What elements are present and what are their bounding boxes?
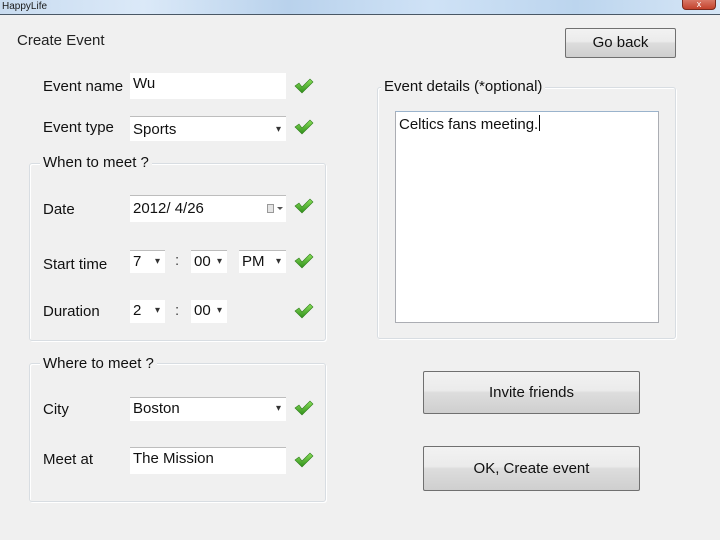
where-to-meet-group [29,363,326,502]
where-to-meet-title: Where to meet ? [40,355,157,372]
duration-hours-select[interactable]: 2 ▾ [130,300,165,323]
chevron-down-icon: ▾ [216,256,222,267]
start-minute-select[interactable]: 00 ▾ [191,250,227,273]
city-value: Boston [133,400,180,417]
event-type-value: Sports [133,121,177,138]
date-picker[interactable]: 2012/ 4/26 [130,195,286,222]
event-type-label: Event type [43,119,114,136]
invite-friends-button[interactable]: Invite friends [423,371,640,414]
chevron-down-icon: ▾ [154,305,160,316]
event-details-textarea[interactable]: Celtics fans meeting. [395,111,659,323]
start-minute-value: 00 [194,253,211,270]
meet-at-value: The Mission [133,450,214,467]
event-details-title: Event details (*optional) [381,78,546,95]
duration-minutes-value: 00 [194,302,211,319]
window-titlebar: HappyLife x [0,0,720,15]
chevron-down-icon: ▾ [275,124,281,135]
event-name-input[interactable]: Wu [130,73,286,99]
start-time-label: Start time [43,256,108,273]
calendar-icon[interactable] [267,204,283,214]
date-valid-check-icon [294,198,314,214]
chevron-down-icon: ▾ [216,305,222,316]
text-caret [539,115,541,131]
page-title: Create Event [17,32,105,49]
window-close-button[interactable]: x [682,0,716,10]
event-name-label: Event name [43,78,124,95]
duration-valid-check-icon [294,303,314,319]
event-name-valid-check-icon [294,78,314,94]
chevron-down-icon: ▾ [275,403,281,414]
event-type-valid-check-icon [294,119,314,135]
chevron-down-icon: ▾ [154,256,160,267]
meet-at-valid-check-icon [294,452,314,468]
duration-hours-value: 2 [133,302,142,319]
city-label: City [43,401,69,418]
start-hour-value: 7 [133,253,142,270]
start-time-valid-check-icon [294,253,314,269]
go-back-button[interactable]: Go back [565,28,676,58]
start-time-separator: : [175,252,180,269]
close-icon: x [696,0,702,9]
duration-label: Duration [43,303,100,320]
city-select[interactable]: Boston ▾ [130,397,286,421]
start-ampm-value: PM [242,253,265,270]
event-name-value: Wu [133,75,156,92]
event-details-value: Celtics fans meeting. [399,116,539,133]
event-type-select[interactable]: Sports ▾ [130,116,286,141]
create-event-button[interactable]: OK, Create event [423,446,640,491]
duration-minutes-select[interactable]: 00 ▾ [191,300,227,323]
chevron-down-icon: ▾ [275,256,281,267]
when-to-meet-title: When to meet ? [40,154,152,171]
window-title: HappyLife [2,1,48,12]
city-valid-check-icon [294,400,314,416]
meet-at-label: Meet at [43,451,94,468]
meet-at-input[interactable]: The Mission [130,447,286,474]
date-label: Date [43,201,75,218]
start-hour-select[interactable]: 7 ▾ [130,250,165,273]
start-ampm-select[interactable]: PM ▾ [239,250,286,273]
date-value: 2012/ 4/26 [133,200,204,217]
duration-separator: : [175,302,180,319]
